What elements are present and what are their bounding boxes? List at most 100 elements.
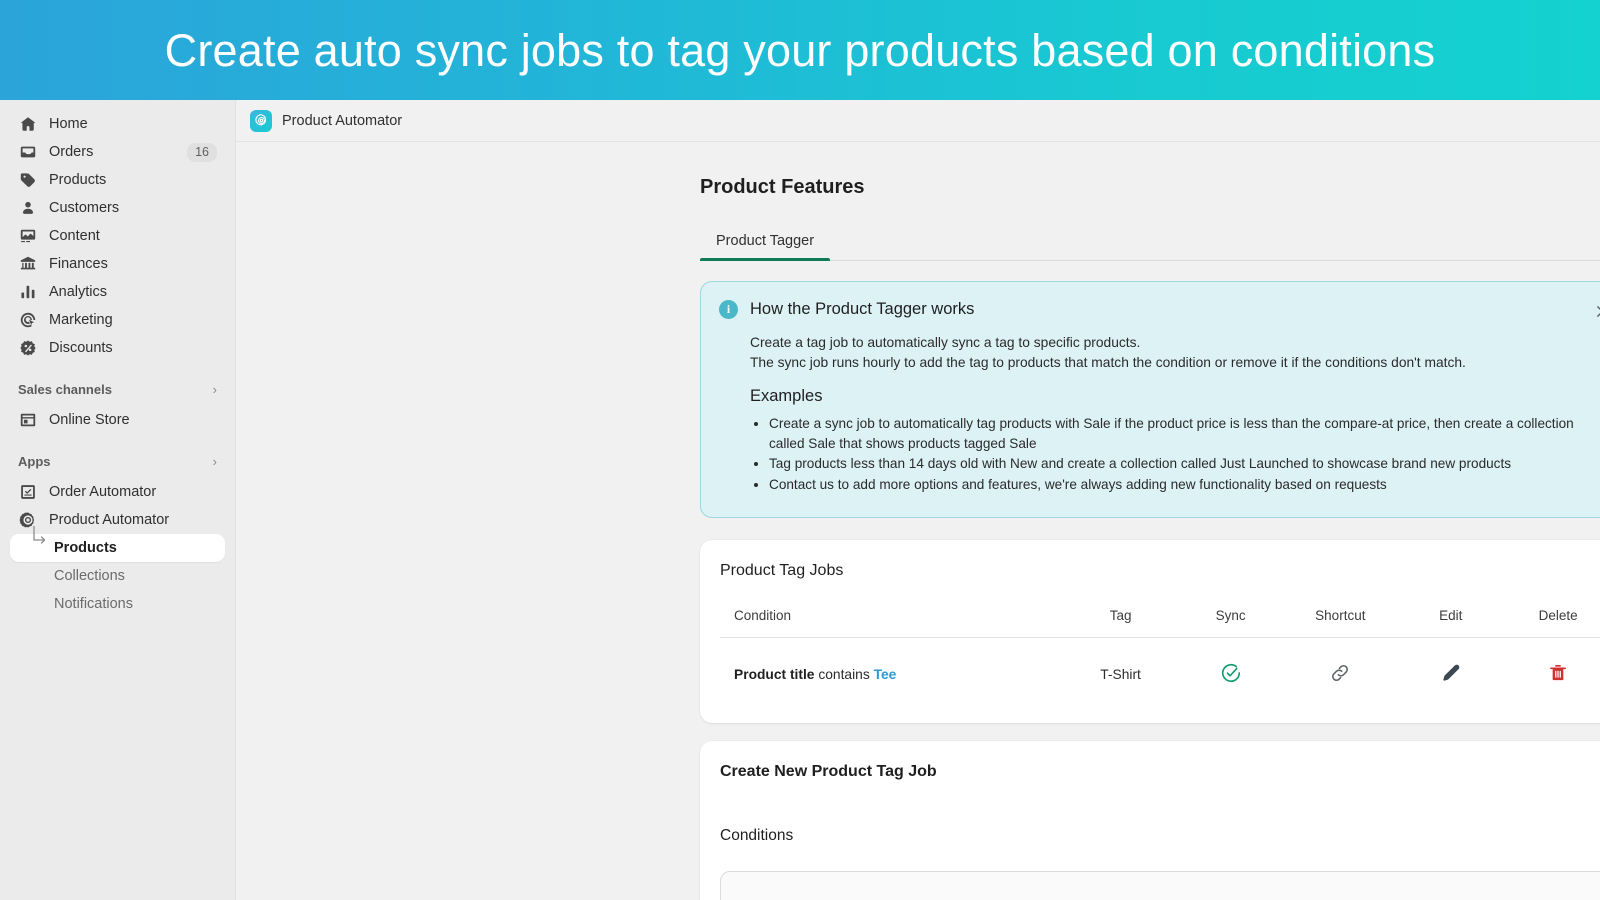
tab-bar: Product Tagger [700, 229, 1600, 261]
sidebar-subitem-collections[interactable]: Collections [10, 562, 225, 590]
sidebar-item-label: Customers [49, 200, 120, 216]
online-store-icon [18, 410, 38, 430]
sidebar-item-label: Home [49, 116, 88, 132]
app-topbar: Product Automator [236, 100, 1600, 142]
list-item: Contact us to add more options and featu… [769, 475, 1600, 495]
promo-banner: Create auto sync jobs to tag your produc… [0, 0, 1600, 100]
cell-delete [1504, 638, 1600, 702]
sidebar-item-label: Products [49, 172, 107, 188]
condition-field: Product title [734, 667, 815, 682]
sidebar-item-products[interactable]: Products [10, 166, 225, 194]
column-header-sync: Sync [1177, 608, 1284, 638]
condition-value: Tee [873, 667, 897, 682]
sidebar-item-label: Analytics [49, 284, 108, 300]
sidebar-item-label: Order Automator [49, 484, 157, 500]
home-icon [18, 114, 38, 134]
info-banner-title: How the Product Tagger works [750, 300, 975, 318]
chevron-right-icon: › [212, 453, 217, 469]
tab-label: Product Tagger [716, 233, 815, 249]
info-banner-body: Create a tag job to automatically sync a… [719, 333, 1600, 494]
sidebar-subitem-notifications[interactable]: Notifications [10, 590, 225, 618]
sidebar-item-label: Content [49, 228, 100, 244]
tab-product-tagger[interactable]: Product Tagger [700, 229, 831, 261]
app-shell: Home Orders 16 Products Customers Conten… [0, 100, 1600, 900]
sync-check-circle-icon[interactable] [1220, 662, 1242, 684]
sidebar-item-label: Orders [49, 144, 94, 160]
product-tag-icon [18, 170, 38, 190]
analytics-bars-icon [18, 282, 38, 302]
conditions-builder-box[interactable] [720, 871, 1600, 900]
sidebar-item-product-automator[interactable]: Product Automator [10, 506, 225, 534]
card-title: Product Tag Jobs [720, 562, 844, 579]
chevron-right-icon: › [212, 381, 217, 397]
column-header-condition: Condition [720, 608, 1064, 638]
trash-delete-icon[interactable] [1548, 663, 1568, 683]
sidebar-item-label: Finances [49, 256, 108, 272]
conditions-label: Conditions [720, 827, 794, 844]
sidebar-item-label: Online Store [49, 412, 130, 428]
promo-title: Create auto sync jobs to tag your produc… [164, 24, 1436, 76]
order-automator-icon [18, 482, 38, 502]
sidebar-section-apps[interactable]: Apps › [10, 448, 225, 474]
content-image-icon [18, 226, 38, 246]
info-banner-header: i How the Product Tagger works [719, 300, 1600, 319]
info-line: Create a tag job to automatically sync a… [750, 335, 1141, 350]
sidebar-item-content[interactable]: Content [10, 222, 225, 250]
product-tag-jobs-table: Condition Tag Sync Shortcut Edit Delete [720, 608, 1600, 701]
sidebar-item-customers[interactable]: Customers [10, 194, 225, 222]
cell-shortcut [1283, 638, 1397, 702]
cell-sync [1178, 638, 1283, 702]
info-circle-icon: i [719, 300, 738, 319]
list-item: Tag products less than 14 days old with … [769, 454, 1600, 474]
sidebar-subitem-label: Notifications [54, 596, 133, 612]
page-title: Product Features [700, 176, 865, 198]
orders-inbox-icon [18, 142, 38, 162]
link-chain-icon[interactable] [1329, 662, 1351, 684]
main-area: Product Automator Product Features Produ… [236, 100, 1600, 900]
cell-tag: T-Shirt [1100, 667, 1141, 682]
section-title: Apps [18, 453, 51, 469]
sidebar-subitem-label: Collections [54, 568, 125, 584]
marketing-target-icon [18, 310, 38, 330]
section-title: Sales channels [18, 381, 112, 397]
list-item: Create a sync job to automatically tag p… [769, 414, 1600, 453]
sidebar-item-discounts[interactable]: Discounts [10, 334, 225, 362]
sidebar-item-home[interactable]: Home [10, 110, 225, 138]
cell-edit [1397, 638, 1504, 702]
create-product-tag-job-card: Create New Product Tag Job Conditions [700, 741, 1600, 900]
create-card-title: Create New Product Tag Job [720, 763, 937, 780]
sidebar-subitem-label: Products [54, 540, 117, 556]
content-scroll: Product Features Product Tagger i How th… [236, 142, 1600, 900]
column-header-delete: Delete [1504, 608, 1600, 638]
condition-operator: contains [818, 667, 870, 682]
sidebar-item-order-automator[interactable]: Order Automator [10, 478, 225, 506]
discount-percent-icon [18, 338, 38, 358]
sidebar-item-orders[interactable]: Orders 16 [10, 138, 225, 166]
table-row: Product title contains Tee T-Shirt [720, 638, 1600, 702]
examples-list: Create a sync job to automatically tag p… [750, 414, 1600, 494]
examples-heading: Examples [750, 387, 823, 405]
sidebar: Home Orders 16 Products Customers Conten… [0, 100, 236, 900]
sidebar-section-sales-channels[interactable]: Sales channels › [10, 376, 225, 402]
sidebar-item-analytics[interactable]: Analytics [10, 278, 225, 306]
close-icon[interactable] [1593, 302, 1600, 320]
column-header-tag: Tag [1063, 608, 1178, 638]
product-automator-icon [250, 109, 272, 132]
column-header-edit: Edit [1397, 608, 1505, 638]
column-header-shortcut: Shortcut [1283, 608, 1398, 638]
table-header-row: Condition Tag Sync Shortcut Edit Delete [720, 608, 1600, 638]
product-automator-icon [18, 510, 38, 530]
info-line: The sync job runs hourly to add the tag … [750, 354, 1466, 370]
sidebar-item-marketing[interactable]: Marketing [10, 306, 225, 334]
product-tag-jobs-card: Product Tag Jobs Condition Tag Sync Shor… [700, 540, 1600, 723]
sidebar-item-finances[interactable]: Finances [10, 250, 225, 278]
finances-bank-icon [18, 254, 38, 274]
sidebar-subitem-products[interactable]: Products [10, 526, 225, 562]
sidebar-item-online-store[interactable]: Online Store [10, 406, 225, 434]
cell-condition: Product title contains Tee [720, 638, 1063, 702]
pencil-edit-icon[interactable] [1440, 662, 1462, 684]
app-title: Product Automator [282, 112, 403, 129]
info-banner: i How the Product Tagger works Create a … [700, 281, 1600, 518]
sidebar-item-label: Product Automator [49, 512, 170, 528]
orders-badge: 16 [187, 142, 217, 162]
